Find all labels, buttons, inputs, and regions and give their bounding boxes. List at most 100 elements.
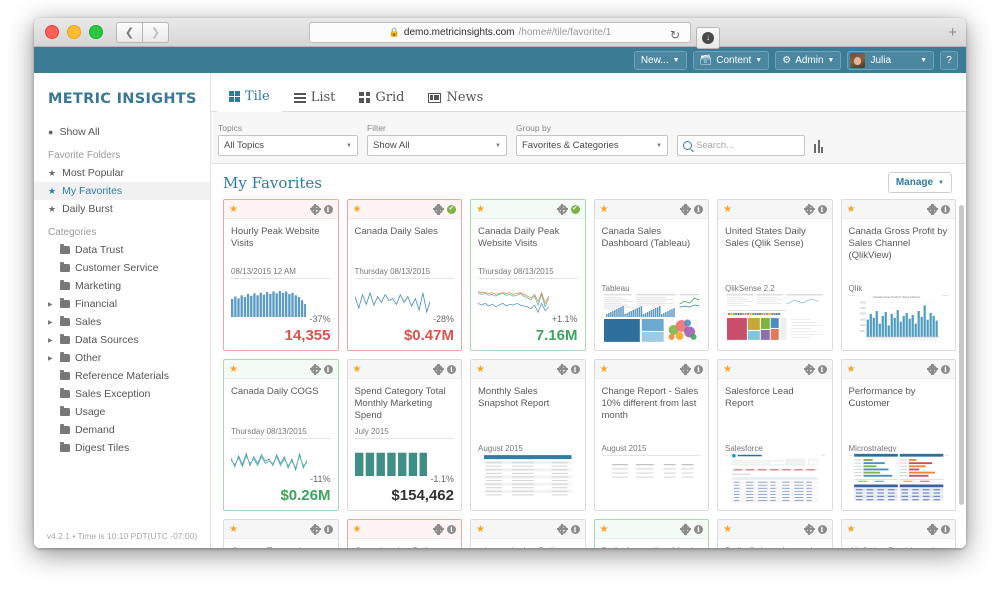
tile-card[interactable]: ★iAll Sales Dashboard (Tableau) (840, 519, 956, 548)
gear-icon[interactable] (309, 523, 321, 535)
favorite-star-icon[interactable]: ★ (476, 204, 485, 215)
favorite-star-icon[interactable]: ★ (229, 524, 238, 535)
maximize-window-button[interactable] (89, 25, 103, 39)
sidebar-category-marketing[interactable]: ▶Marketing (34, 277, 210, 295)
topics-select[interactable]: All Topics ▼ (218, 135, 358, 156)
info-icon[interactable]: i (570, 524, 580, 534)
tab-tile[interactable]: Tile (217, 85, 282, 112)
favorite-star-icon[interactable]: ★ (723, 524, 732, 535)
favorite-star-icon[interactable]: ★ (476, 524, 485, 535)
admin-menu-button[interactable]: ⚙ Admin ▼ (775, 50, 842, 70)
gear-icon[interactable] (309, 363, 321, 375)
favorite-star-icon[interactable]: ★ (847, 524, 856, 535)
sidebar-category-data-trust[interactable]: ▶Data Trust (34, 241, 210, 259)
sidebar-category-digest-tiles[interactable]: ▶Digest Tiles (34, 439, 210, 457)
tile-card[interactable]: ★iCanada wine Daily Sales (Compound) (346, 519, 462, 548)
info-icon[interactable]: i (817, 204, 827, 214)
favorite-star-icon[interactable]: ★ (600, 364, 609, 375)
gear-icon[interactable] (556, 523, 568, 535)
vertical-scrollbar[interactable] (959, 205, 964, 505)
tile-card[interactable]: ★ ✔ Canada Daily Peak Website Visits Thursd… (470, 199, 586, 351)
gear-icon[interactable] (927, 523, 938, 535)
favorite-star-icon[interactable]: ★ (600, 524, 609, 535)
gear-icon[interactable] (433, 363, 444, 375)
app-logo[interactable]: METRIC INSIGHTS (34, 73, 210, 123)
back-button[interactable]: ❮ (116, 21, 143, 43)
manage-button[interactable]: Manage ▼ (887, 172, 952, 193)
tile-card[interactable]: ★iCognos External Report (223, 519, 339, 548)
new-menu-button[interactable]: New... ▼ (633, 50, 687, 70)
tile-card[interactable]: ★ i Salesforce Lead Report Salesforce (717, 359, 833, 511)
sidebar-item-show-all[interactable]: ● Show All (34, 123, 210, 141)
gear-icon[interactable] (803, 203, 815, 215)
sidebar-category-financial[interactable]: ▶ Financial (34, 295, 210, 313)
tile-card[interactable]: ★ i Canada Daily COGS Thursday 08/13/2015 -1… (223, 359, 339, 511)
tab-news[interactable]: News (416, 86, 495, 111)
status-ok-icon[interactable]: ✔ (570, 204, 580, 214)
info-icon[interactable]: i (941, 364, 950, 374)
new-tab-button[interactable]: + (948, 24, 957, 41)
user-menu-button[interactable]: Julia ▼ (847, 50, 934, 70)
gear-icon[interactable] (433, 203, 444, 215)
sidebar-category-usage[interactable]: ▶Usage (34, 403, 210, 421)
favorite-star-icon[interactable]: ★ (353, 364, 362, 375)
info-icon[interactable]: i (694, 204, 703, 214)
sidebar-item-daily-burst[interactable]: ★ Daily Burst (34, 200, 210, 218)
info-icon[interactable]: i (447, 524, 456, 534)
download-button[interactable]: ↓ (696, 26, 720, 49)
gear-icon[interactable] (433, 523, 444, 535)
nav-buttons[interactable]: ❮ ❯ (116, 21, 169, 43)
sidebar-item-most-popular[interactable]: ★ Most Popular (34, 164, 210, 182)
gear-icon[interactable] (680, 203, 691, 215)
expand-arrow-icon[interactable]: ▶ (48, 337, 55, 344)
expand-arrow-icon[interactable]: ▶ (48, 301, 55, 308)
favorite-star-icon[interactable]: ★ (600, 204, 609, 215)
info-icon[interactable]: i (323, 364, 333, 374)
sort-options-icon[interactable] (814, 139, 828, 153)
gear-icon[interactable] (309, 203, 321, 215)
sidebar-category-customer-service[interactable]: ▶Customer Service (34, 259, 210, 277)
gear-icon[interactable] (803, 523, 815, 535)
tile-card[interactable]: ★iDaily Sales - Anomaly Report (717, 519, 833, 548)
help-button[interactable]: ? (940, 50, 958, 70)
tab-grid[interactable]: Grid (347, 86, 416, 111)
tile-card[interactable]: ★ i Canada Sales Dashboard (Tableau) Tablea… (593, 199, 709, 351)
gear-icon[interactable] (803, 363, 815, 375)
info-icon[interactable]: i (447, 364, 456, 374)
favorite-star-icon[interactable]: ★ (353, 524, 362, 535)
filter-select[interactable]: Show All ▼ (367, 135, 507, 156)
content-menu-button[interactable]: 🗃 Content ▼ (692, 50, 770, 70)
tile-card[interactable]: ★ i Spend Category Total Monthly Marketing… (346, 359, 462, 511)
sidebar-category-data-sources[interactable]: ▶ Data Sources (34, 331, 210, 349)
sidebar-category-demand[interactable]: ▶Demand (34, 421, 210, 439)
tile-card[interactable]: ★ i Hourly Peak Website Visits 08/13/2015 1… (223, 199, 339, 351)
tile-card[interactable]: ★iDaily Anomalies Metric (593, 519, 709, 548)
favorite-star-icon[interactable]: ★ (353, 204, 362, 215)
gear-icon[interactable] (927, 363, 938, 375)
gear-icon[interactable] (680, 523, 691, 535)
minimize-window-button[interactable] (67, 25, 81, 39)
group-by-select[interactable]: Favorites & Categories ▼ (516, 135, 668, 156)
favorite-star-icon[interactable]: ★ (847, 364, 856, 375)
expand-arrow-icon[interactable]: ▶ (48, 355, 55, 362)
favorite-star-icon[interactable]: ★ (229, 364, 238, 375)
info-icon[interactable]: i (694, 524, 703, 534)
info-icon[interactable]: i (817, 524, 827, 534)
info-icon[interactable]: i (694, 364, 703, 374)
info-icon[interactable]: i (941, 524, 950, 534)
tile-card[interactable]: ★ i Monthly Sales Snapshot Report August 20… (470, 359, 586, 511)
favorite-star-icon[interactable]: ★ (476, 364, 485, 375)
tile-card[interactable]: ★ i Canada Gross Profit by Sales Channel (… (840, 199, 956, 351)
gear-icon[interactable] (556, 363, 568, 375)
tile-card[interactable]: ★iwine red wine Daily Sales (Parent-Chil… (470, 519, 586, 548)
window-controls[interactable] (45, 25, 103, 39)
reload-icon[interactable]: ↻ (670, 28, 680, 42)
info-icon[interactable]: i (323, 204, 333, 214)
favorite-star-icon[interactable]: ★ (723, 204, 732, 215)
info-icon[interactable]: i (570, 364, 580, 374)
info-icon[interactable]: i (817, 364, 827, 374)
address-bar[interactable]: 🔒 demo.metricinsights.com/home#/tile/fav… (309, 21, 720, 49)
forward-button[interactable]: ❯ (143, 21, 169, 43)
tile-grid-scroll-area[interactable]: ★ i Hourly Peak Website Visits 08/13/2015 1… (211, 199, 966, 548)
info-icon[interactable]: i (941, 204, 950, 214)
